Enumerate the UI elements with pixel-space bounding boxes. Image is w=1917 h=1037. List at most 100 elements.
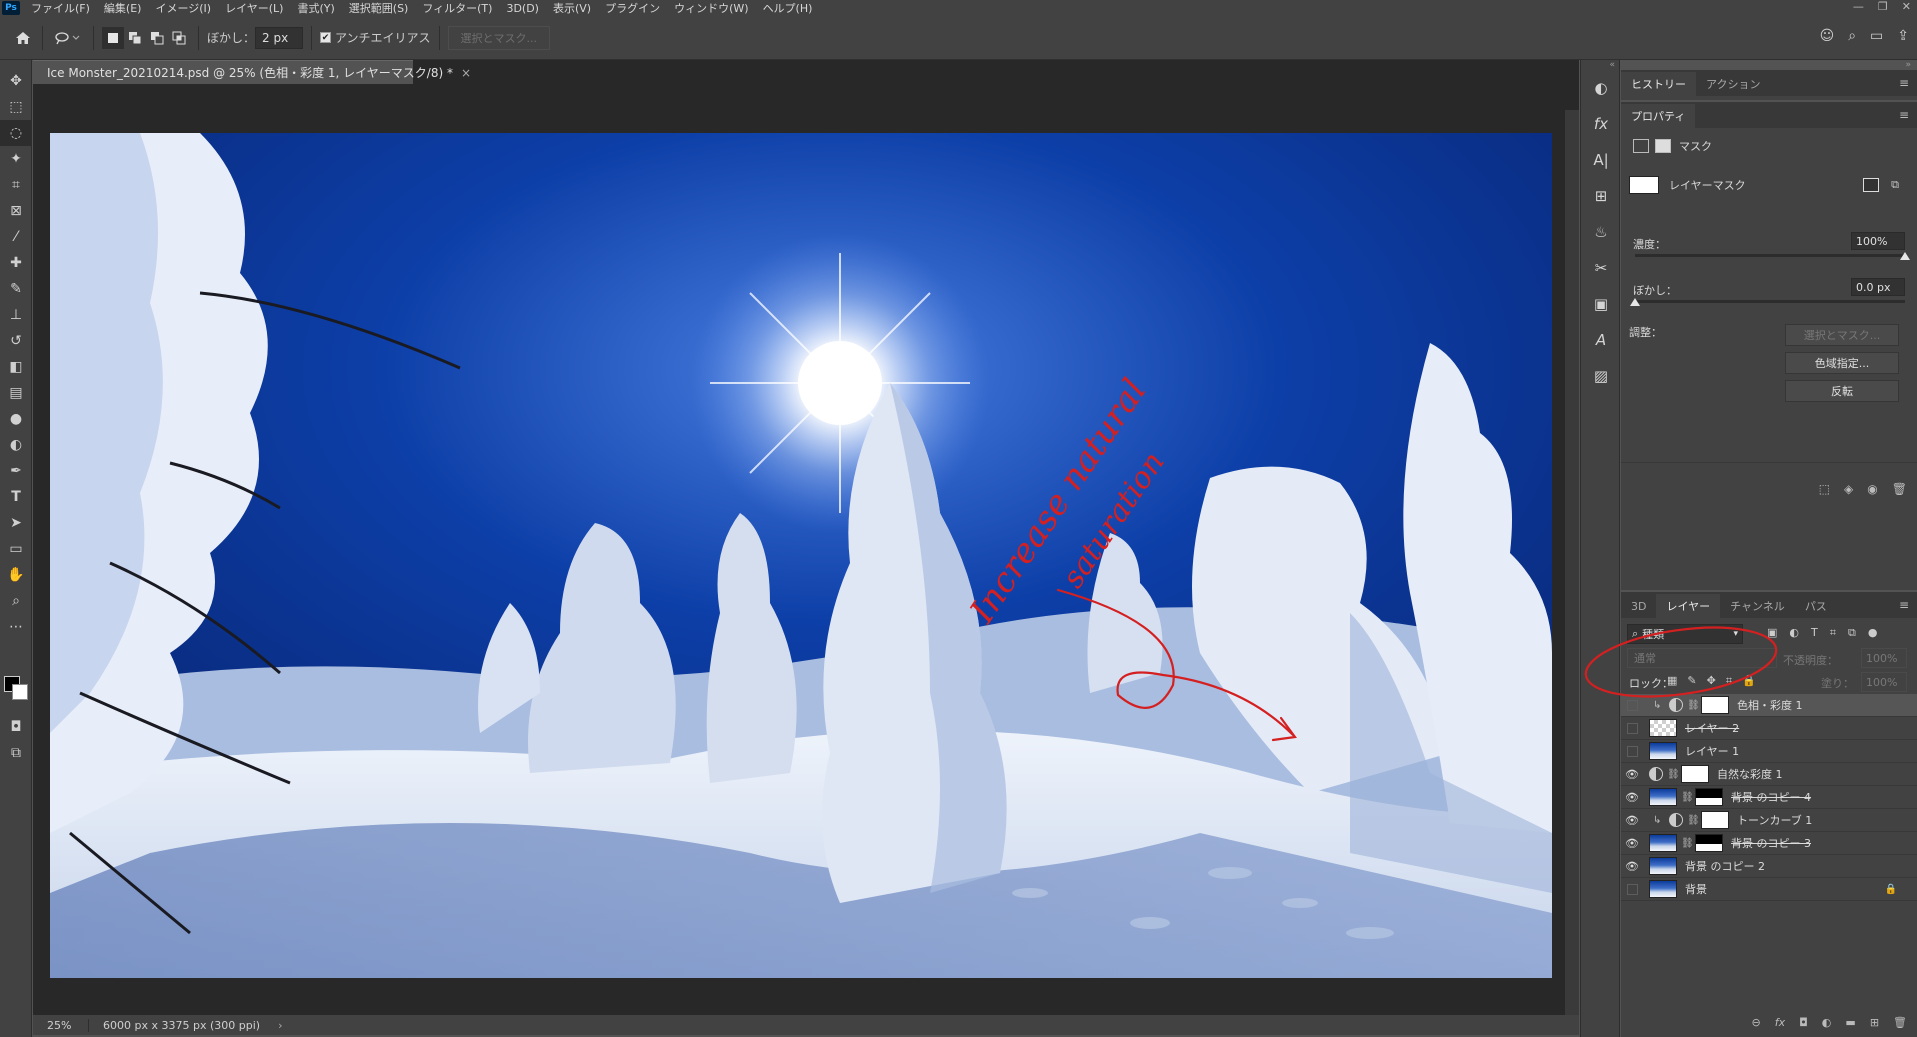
canvas-viewport[interactable]: Increase natural saturation: [33, 85, 1579, 1030]
eyedropper-tool-icon[interactable]: ⁄: [0, 224, 32, 250]
quick-mask-icon[interactable]: ◘: [0, 714, 32, 740]
layer-thumbnail[interactable]: [1649, 788, 1677, 806]
new-selection-icon[interactable]: [102, 26, 124, 49]
link-layers-icon[interactable]: ⊖: [1751, 1016, 1760, 1029]
share-user-icon[interactable]: ☺: [1820, 28, 1835, 44]
eye-icon[interactable]: 👁: [1621, 855, 1643, 878]
layer-row[interactable]: 👁 背景 のコピー 2: [1621, 855, 1917, 878]
layer-thumbnail[interactable]: [1649, 834, 1677, 852]
chain-link-icon[interactable]: ⛓: [1687, 700, 1700, 711]
document-tab[interactable]: Ice Monster_20210214.psd @ 25% (色相・彩度 1,…: [33, 60, 471, 84]
stamp-tool-icon[interactable]: ⊥: [0, 302, 32, 328]
menu-edit[interactable]: 編集(E): [97, 0, 149, 16]
select-and-mask-button[interactable]: 選択とマスク...: [447, 25, 551, 50]
magic-wand-tool-icon[interactable]: ✦: [0, 146, 32, 172]
path-select-tool-icon[interactable]: ➤: [0, 510, 32, 536]
tab-properties[interactable]: プロパティ: [1621, 104, 1696, 128]
tab-history[interactable]: ヒストリー: [1621, 72, 1696, 96]
delete-layer-icon[interactable]: 🗑: [1893, 1016, 1907, 1029]
intersect-selection-icon[interactable]: [168, 27, 190, 49]
history-menu-icon[interactable]: ≡: [1899, 76, 1909, 90]
restore-icon[interactable]: ❐: [1878, 0, 1888, 13]
zoom-level[interactable]: 25%: [33, 1018, 89, 1032]
visibility-toggle[interactable]: [1621, 740, 1643, 763]
menu-window[interactable]: ウィンドウ(W): [667, 0, 755, 16]
chain-link-icon[interactable]: ⛓: [1681, 792, 1694, 803]
density-slider[interactable]: [1635, 254, 1905, 257]
screen-mode-icon[interactable]: ⧉: [0, 740, 32, 766]
lasso-preset-icon[interactable]: [51, 27, 85, 49]
layer-row[interactable]: 背景 🔒: [1621, 878, 1917, 901]
character-panel-icon[interactable]: A|: [1581, 142, 1621, 178]
layer-row[interactable]: 👁 ↳ ⛓ トーンカーブ 1: [1621, 809, 1917, 832]
menu-filter[interactable]: フィルター(T): [415, 0, 499, 16]
collapse-dock-icon[interactable]: «: [1581, 60, 1619, 70]
workspace-icon[interactable]: ▭: [1870, 28, 1883, 44]
home-icon[interactable]: [12, 27, 34, 49]
chain-link-icon[interactable]: ⛓: [1681, 838, 1694, 849]
menu-help[interactable]: ヘルプ(H): [756, 0, 820, 16]
layer-thumbnail[interactable]: [1649, 719, 1677, 737]
feather-input-prop[interactable]: 0.0 px: [1851, 278, 1905, 296]
mask-thumbnail[interactable]: [1701, 811, 1729, 829]
zoom-tool-icon[interactable]: ⌕: [0, 588, 32, 614]
hand-tool-icon[interactable]: ✋: [0, 562, 32, 588]
mask-thumbnail[interactable]: [1681, 765, 1709, 783]
healing-brush-tool-icon[interactable]: ✚: [0, 250, 32, 276]
add-pixel-mask-icon[interactable]: [1863, 178, 1879, 192]
collapse-panels-icon[interactable]: »: [1905, 60, 1911, 70]
vertical-scrollbar[interactable]: [1565, 110, 1579, 1030]
layer-row[interactable]: レイヤー 2: [1621, 717, 1917, 740]
eraser-tool-icon[interactable]: ◧: [0, 354, 32, 380]
subtract-selection-icon[interactable]: [146, 27, 168, 49]
layer-style-fx-icon[interactable]: fx: [1775, 1016, 1785, 1029]
rectangle-tool-icon[interactable]: ▭: [0, 536, 32, 562]
layer-thumbnail[interactable]: [1649, 857, 1677, 875]
menu-layer[interactable]: レイヤー(L): [218, 0, 290, 16]
brush-settings-icon[interactable]: ♨: [1581, 214, 1621, 250]
filter-toggle-icon[interactable]: ●: [1868, 626, 1878, 640]
delete-mask-icon[interactable]: 🗑: [1892, 482, 1907, 496]
lasso-tool-icon[interactable]: ◌: [0, 120, 32, 146]
menu-file[interactable]: ファイル(F): [24, 0, 97, 16]
history-brush-tool-icon[interactable]: ↺: [0, 328, 32, 354]
close-window-icon[interactable]: ✕: [1902, 0, 1911, 13]
load-selection-icon[interactable]: ⬚: [1819, 482, 1830, 496]
more-tools-icon[interactable]: ⋯: [0, 614, 32, 640]
filter-adjustment-icon[interactable]: ◐: [1789, 626, 1799, 640]
search-icon[interactable]: ⌕: [1848, 28, 1856, 44]
eye-icon[interactable]: 👁: [1621, 763, 1643, 786]
density-slider-thumb[interactable]: [1900, 252, 1910, 260]
add-selection-icon[interactable]: [124, 27, 146, 49]
new-layer-icon[interactable]: ⊞: [1870, 1016, 1879, 1029]
frame-tool-icon[interactable]: ⊠: [0, 198, 32, 224]
menu-type[interactable]: 書式(Y): [290, 0, 341, 16]
add-vector-mask-icon[interactable]: ⧉: [1891, 178, 1899, 192]
chain-link-icon[interactable]: ⛓: [1687, 815, 1700, 826]
layers-menu-icon[interactable]: ≡: [1899, 598, 1909, 612]
filter-type-icon[interactable]: T: [1811, 626, 1818, 640]
density-input[interactable]: 100%: [1851, 232, 1905, 250]
layer-row[interactable]: 👁 ⛓ 背景 のコピー 3: [1621, 832, 1917, 855]
filter-smart-icon[interactable]: ⧉: [1848, 626, 1856, 640]
color-range-button[interactable]: 色域指定...: [1785, 352, 1899, 374]
fill-input[interactable]: 100%: [1861, 672, 1907, 692]
properties-menu-icon[interactable]: ≡: [1899, 108, 1909, 122]
background-color-swatch[interactable]: [12, 684, 28, 700]
add-mask-icon[interactable]: ◘: [1799, 1016, 1808, 1029]
libraries-icon[interactable]: ▣: [1581, 286, 1621, 322]
menu-3d[interactable]: 3D(D): [499, 2, 546, 15]
toggle-mask-icon[interactable]: ◉: [1867, 482, 1877, 496]
swatches-icon[interactable]: ▨: [1581, 358, 1621, 394]
feather-slider[interactable]: [1635, 300, 1905, 303]
eye-icon[interactable]: 👁: [1621, 809, 1643, 832]
invert-button[interactable]: 反転: [1785, 380, 1899, 402]
layer-thumbnail[interactable]: [1649, 880, 1677, 898]
tab-layers[interactable]: レイヤー: [1656, 594, 1721, 618]
pixel-mask-icon[interactable]: [1633, 139, 1649, 153]
opacity-input[interactable]: 100%: [1861, 648, 1907, 668]
visibility-toggle[interactable]: [1621, 717, 1643, 740]
chain-link-icon[interactable]: ⛓: [1667, 769, 1680, 780]
menu-select[interactable]: 選択範囲(S): [342, 0, 416, 16]
feather-slider-thumb[interactable]: [1630, 298, 1640, 306]
